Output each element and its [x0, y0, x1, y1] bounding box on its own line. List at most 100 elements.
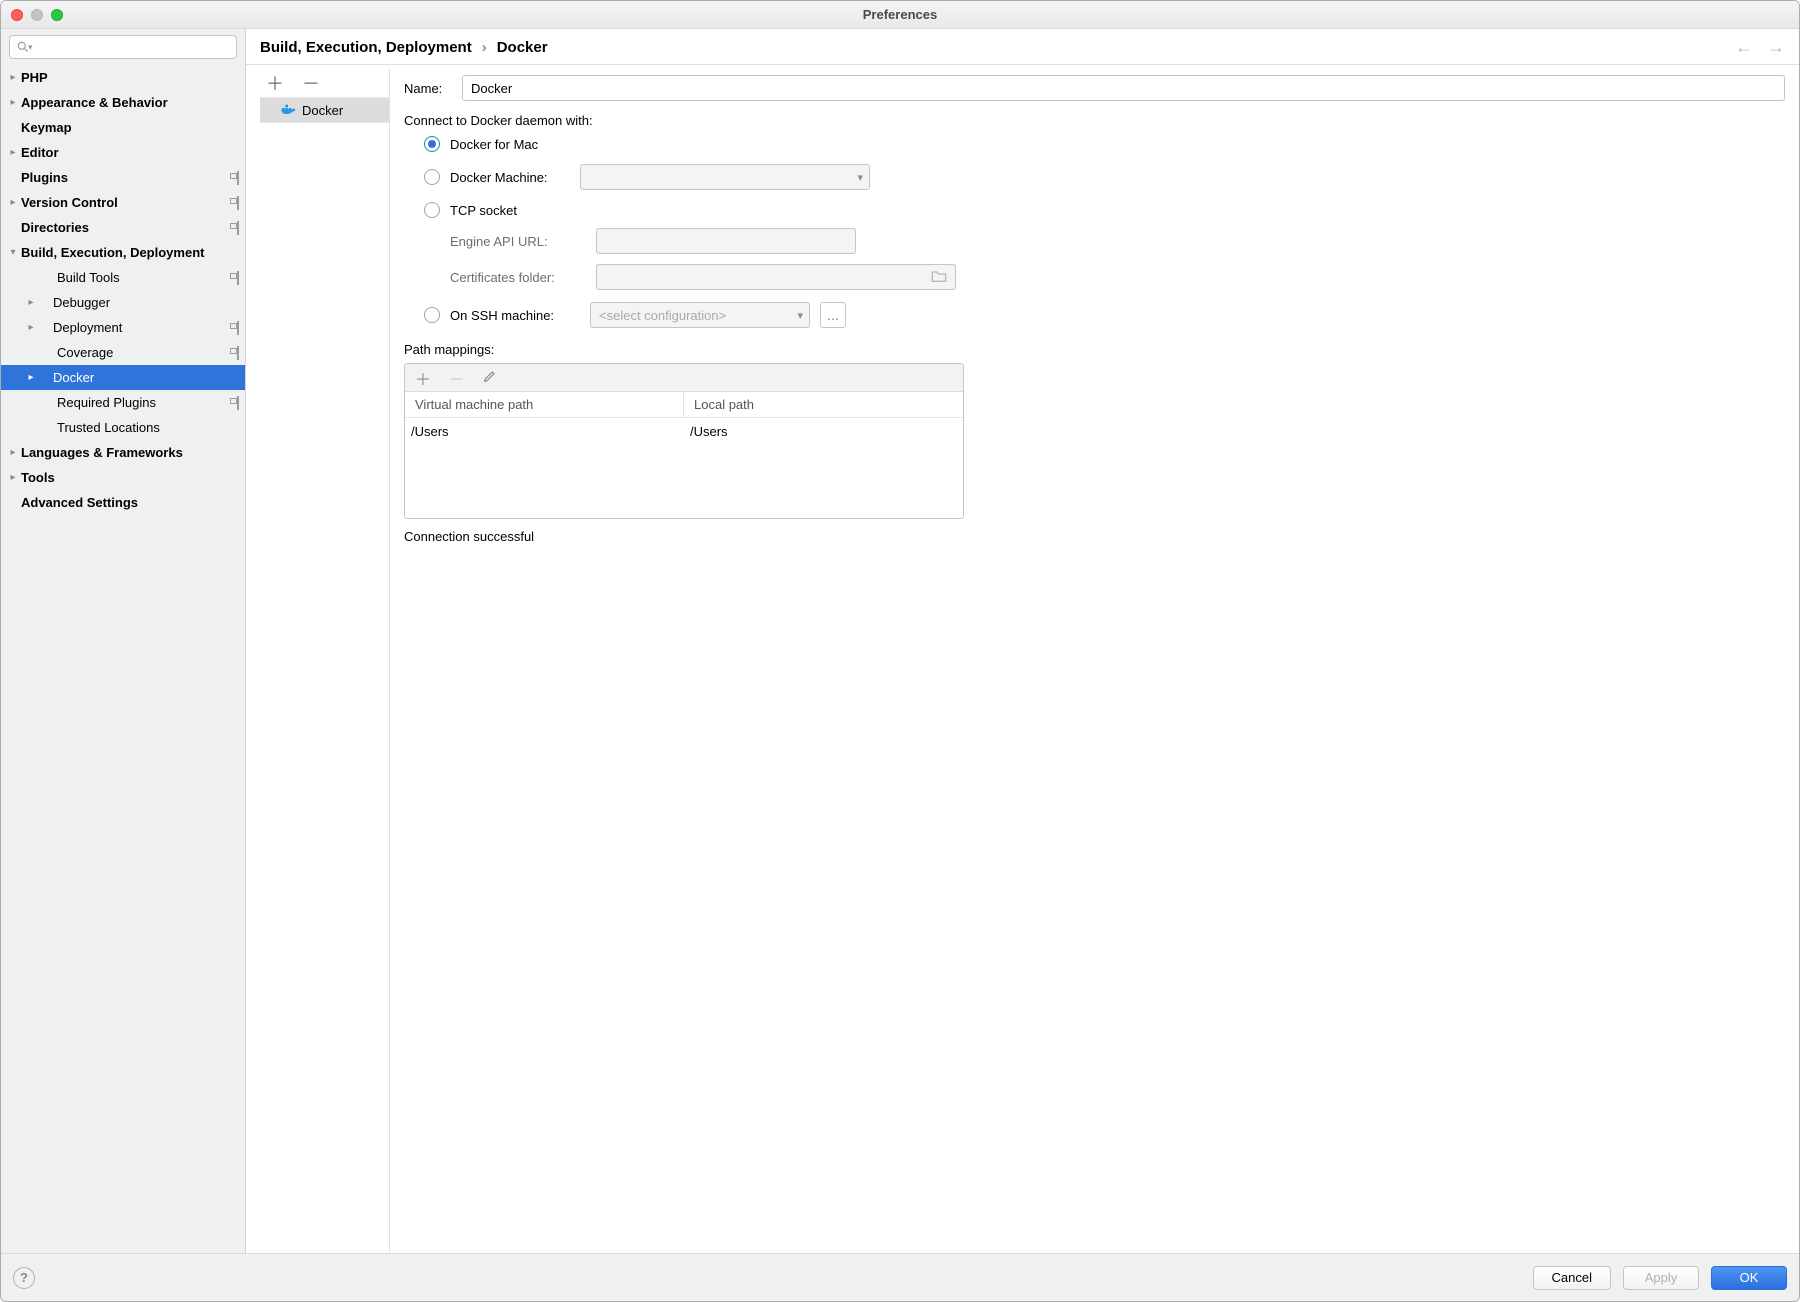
breadcrumb-current: Docker — [497, 39, 548, 56]
sidebar-item-build-execution-deployment[interactable]: ▾Build, Execution, Deployment — [1, 240, 245, 265]
col-vm-path: Virtual machine path — [405, 392, 684, 417]
certs-folder-label: Certificates folder: — [450, 270, 580, 285]
cancel-button[interactable]: Cancel — [1533, 1266, 1611, 1290]
remove-mapping-button[interactable]: － — [449, 366, 465, 390]
sidebar-item-label: Plugins — [21, 170, 68, 185]
server-list-panel: ＋ － Docker — [260, 69, 390, 1253]
sidebar-item-label: Tools — [21, 470, 55, 485]
settings-content: Build, Execution, Deployment › Docker ← … — [246, 29, 1799, 1253]
path-mappings-label: Path mappings: — [404, 342, 1785, 357]
divider — [246, 64, 1799, 65]
project-scope-icon — [237, 397, 239, 409]
sidebar-item-label: Version Control — [21, 195, 118, 210]
sidebar-item-docker[interactable]: ▸ Docker — [1, 365, 245, 390]
docker-settings-form: Name: Connect to Docker daemon with: Doc… — [390, 69, 1785, 1253]
sidebar-item-label: Docker — [53, 370, 94, 385]
sidebar-item-directories[interactable]: Directories — [1, 215, 245, 240]
radio-docker-for-mac-label: Docker for Mac — [450, 137, 538, 152]
sidebar-item-label: Deployment — [53, 320, 122, 335]
sidebar-item-label: Editor — [21, 145, 59, 160]
add-server-button[interactable]: ＋ — [266, 70, 284, 96]
name-field[interactable] — [462, 75, 1785, 101]
sidebar-item-deployment[interactable]: ▸ Deployment — [1, 315, 245, 340]
sidebar-item-appearance-behavior[interactable]: ▸Appearance & Behavior — [1, 90, 245, 115]
radio-ssh-label: On SSH machine: — [450, 308, 580, 323]
chevron-right-icon: ▸ — [5, 197, 21, 208]
engine-url-field[interactable] — [596, 228, 856, 254]
docker-icon — [280, 103, 296, 117]
sidebar-item-tools[interactable]: ▸Tools — [1, 465, 245, 490]
sidebar-item-advanced-settings[interactable]: Advanced Settings — [1, 490, 245, 515]
chevron-right-icon: ▸ — [23, 372, 39, 383]
radio-tcp-socket-label: TCP socket — [450, 203, 517, 218]
server-list-item[interactable]: Docker — [260, 97, 389, 123]
nav-back-button[interactable]: ← — [1735, 37, 1753, 58]
sidebar-item-label: Languages & Frameworks — [21, 445, 183, 460]
sidebar-item-php[interactable]: ▸PHP — [1, 65, 245, 90]
sidebar-item-debugger[interactable]: ▸Debugger — [1, 290, 245, 315]
chevron-down-icon: ▾ — [5, 247, 21, 258]
settings-tree: ▸PHP▸Appearance & BehaviorKeymap▸EditorP… — [1, 65, 245, 1253]
sidebar-item-trusted-locations[interactable]: Trusted Locations — [1, 415, 245, 440]
project-scope-icon — [237, 172, 239, 184]
name-label: Name: — [404, 81, 448, 96]
apply-button[interactable]: Apply — [1623, 1266, 1699, 1290]
radio-tcp-socket[interactable] — [424, 202, 440, 218]
chevron-right-icon: › — [482, 39, 487, 56]
chevron-right-icon: ▸ — [5, 447, 21, 458]
connect-section-label: Connect to Docker daemon with: — [404, 113, 1785, 128]
add-mapping-button[interactable]: ＋ — [415, 366, 431, 390]
chevron-right-icon: ▸ — [5, 147, 21, 158]
sidebar-item-editor[interactable]: ▸Editor — [1, 140, 245, 165]
server-list-item-label: Docker — [302, 103, 343, 118]
sidebar-item-build-tools[interactable]: Build Tools — [1, 265, 245, 290]
docker-machine-select[interactable]: ▾ — [580, 164, 870, 190]
ssh-config-select[interactable]: <select configuration> ▾ — [590, 302, 810, 328]
edit-mapping-button[interactable] — [483, 369, 497, 386]
help-button[interactable]: ? — [13, 1267, 35, 1289]
sidebar-item-version-control[interactable]: ▸Version Control — [1, 190, 245, 215]
sidebar-item-keymap[interactable]: Keymap — [1, 115, 245, 140]
project-scope-icon — [237, 322, 239, 334]
breadcrumb-parent[interactable]: Build, Execution, Deployment — [260, 39, 472, 56]
chevron-right-icon: ▸ — [5, 72, 21, 83]
search-input[interactable]: ▾ — [9, 35, 237, 59]
table-row[interactable]: /Users /Users — [405, 418, 963, 445]
sidebar-item-coverage[interactable]: Coverage — [1, 340, 245, 365]
dialog-footer: ? Cancel Apply OK — [1, 1253, 1799, 1301]
chevron-right-icon: ▸ — [5, 97, 21, 108]
certs-folder-field[interactable] — [596, 264, 956, 290]
engine-url-label: Engine API URL: — [450, 234, 580, 249]
window-title: Preferences — [1, 7, 1799, 22]
col-local-path: Local path — [684, 392, 963, 417]
remove-server-button[interactable]: － — [302, 70, 320, 96]
path-mappings-table: ＋ － Virtual machine path Local path — [404, 363, 964, 519]
cell-local-path: /Users — [684, 418, 963, 445]
sidebar-item-required-plugins[interactable]: Required Plugins — [1, 390, 245, 415]
breadcrumb: Build, Execution, Deployment › Docker — [260, 39, 548, 56]
titlebar: Preferences — [1, 1, 1799, 29]
chevron-right-icon: ▸ — [23, 322, 39, 333]
sidebar-item-label: Build, Execution, Deployment — [21, 245, 204, 260]
project-scope-icon — [237, 272, 239, 284]
search-dropdown-icon[interactable]: ▾ — [28, 42, 33, 53]
radio-docker-for-mac[interactable] — [424, 136, 440, 152]
sidebar-item-label: Keymap — [21, 120, 72, 135]
project-scope-icon — [237, 222, 239, 234]
ssh-more-button[interactable]: … — [820, 302, 846, 328]
sidebar-item-label: Coverage — [57, 345, 113, 360]
chevron-down-icon: ▾ — [797, 309, 803, 322]
sidebar-item-label: Directories — [21, 220, 89, 235]
folder-icon[interactable] — [931, 269, 947, 286]
ok-button[interactable]: OK — [1711, 1266, 1787, 1290]
chevron-right-icon: ▸ — [5, 472, 21, 483]
sidebar-item-label: Appearance & Behavior — [21, 95, 168, 110]
radio-docker-machine[interactable] — [424, 169, 440, 185]
project-scope-icon — [237, 347, 239, 359]
sidebar-item-languages-frameworks[interactable]: ▸Languages & Frameworks — [1, 440, 245, 465]
sidebar-item-label: Build Tools — [57, 270, 120, 285]
radio-ssh[interactable] — [424, 307, 440, 323]
nav-forward-button[interactable]: → — [1767, 37, 1785, 58]
search-field[interactable] — [37, 40, 230, 54]
sidebar-item-plugins[interactable]: Plugins — [1, 165, 245, 190]
